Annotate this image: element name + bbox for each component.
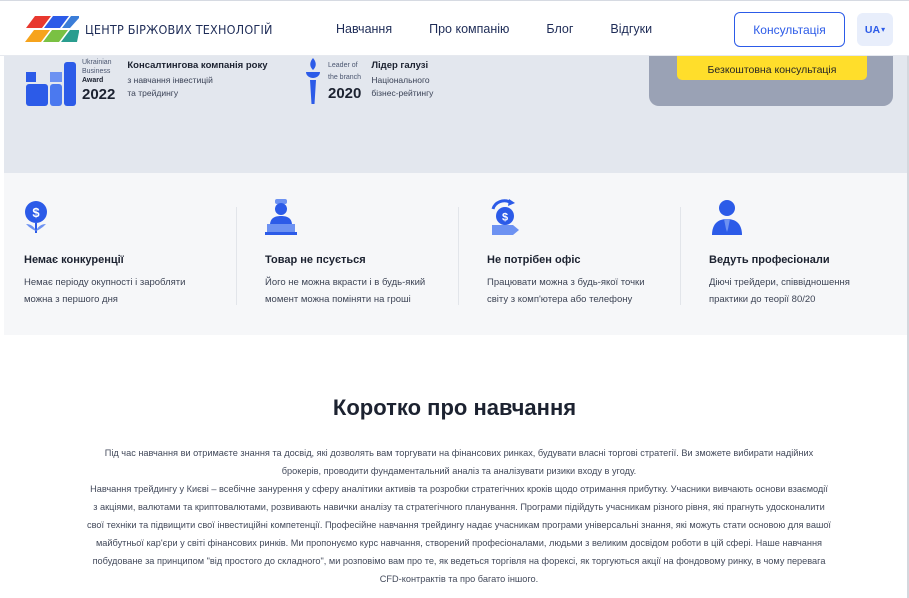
award-title: Лідер галузі	[371, 60, 429, 71]
feature-title: Товар не псується	[265, 254, 366, 266]
nav-link-blog[interactable]: Блог	[546, 22, 573, 36]
features-section: $ Немає конкуренції Немає періоду окупно…	[4, 173, 909, 335]
feature-title: Немає конкуренції	[24, 254, 124, 266]
feature-item: Товар не псується Його не можна вкрасти …	[265, 199, 465, 308]
about-text: Під час навчання ви отримаєте знання та …	[64, 444, 854, 588]
award-year: 2020	[328, 85, 362, 102]
logo-mark-icon	[25, 16, 79, 42]
feature-text-line: Діючі трейдери, співвідношення	[709, 277, 850, 288]
about-text-line: з акціями, валютами та криптовалютами, р…	[93, 502, 825, 512]
award-caption-line: the branch	[328, 74, 362, 81]
award-desc-line: та трейдингу	[127, 88, 179, 98]
site-header: ЦЕНТР БІРЖОВИХ ТЕХНОЛОГІЙ Навчання Про к…	[0, 0, 909, 56]
svg-text:$: $	[32, 205, 40, 220]
torch-icon	[306, 58, 320, 104]
logo-text: ЦЕНТР БІРЖОВИХ ТЕХНОЛОГІЙ	[85, 21, 273, 37]
hero-section: Ukrainian Business Award 2022 Консалтинг…	[4, 56, 909, 173]
award-blocks-icon	[26, 62, 76, 106]
award-desc-line: бізнес-рейтингу	[371, 88, 434, 98]
nav-link-about-company[interactable]: Про компанію	[429, 22, 509, 36]
about-text-line: брокерів, проводити фундаментальний анал…	[281, 466, 637, 476]
feature-item: Ведуть професіонали Діючі трейдери, спів…	[709, 199, 909, 308]
chevron-down-icon: ▾	[881, 25, 886, 34]
award-caption-line: Ukrainian	[82, 59, 112, 66]
nav-link-training[interactable]: Навчання	[336, 22, 392, 36]
feature-text-line: світу з комп'ютера або телефону	[487, 294, 633, 305]
award-badge: Ukrainian Business Award 2022	[82, 58, 115, 103]
award-info: Лідер галузі Національного бізнес-рейтин…	[371, 60, 433, 100]
dollar-flower-icon: $	[25, 201, 47, 233]
consultation-button[interactable]: Консультація	[734, 12, 845, 47]
main-nav: Навчання Про компанію Блог Відгуки	[336, 22, 652, 36]
feature-item: $ Немає конкуренції Немає періоду окупно…	[24, 199, 224, 308]
feature-text-line: можна з першого дня	[24, 294, 118, 305]
feature-text-line: момент можна поміняти на гроші	[265, 294, 411, 305]
feature-text-line: Немає періоду окупності і заробляти	[24, 277, 186, 288]
award-info: Консалтингова компанія року з навчання і…	[127, 60, 267, 100]
logo[interactable]: ЦЕНТР БІРЖОВИХ ТЕХНОЛОГІЙ	[25, 16, 273, 42]
award-desc-line: з навчання інвестицій	[127, 75, 213, 85]
award-ukrainian-business: Ukrainian Business Award 2022 Консалтинг…	[26, 58, 268, 106]
about-text-line: CFD-контрактів та про багато іншого.	[379, 574, 539, 584]
feature-title: Не потрібен офіс	[487, 254, 581, 266]
about-title: Коротко про навчання	[332, 395, 577, 420]
award-caption-line: Award	[82, 77, 104, 84]
feature-text-line: практики до теорії 80/20	[709, 294, 816, 305]
divider	[236, 207, 237, 305]
award-leader-of-branch: Leader of the branch 2020 Лідер галузі Н…	[302, 56, 433, 106]
professional-icon	[712, 200, 742, 235]
consultation-card: Безкоштовна консультація	[649, 56, 893, 106]
about-text-line: Під час навчання ви отримаєте знання та …	[104, 448, 814, 458]
money-exchange-icon: $	[491, 199, 519, 235]
award-title: Консалтингова компанія року	[127, 60, 268, 71]
award-badge: Leader of the branch 2020	[328, 60, 361, 102]
laptop-user-icon	[265, 199, 297, 235]
divider	[458, 207, 459, 305]
award-year: 2022	[82, 86, 116, 103]
about-text-line: майбутньої кар'єри у світі фінансових ри…	[95, 538, 823, 548]
award-caption-line: Leader of	[328, 62, 358, 69]
divider	[680, 207, 681, 305]
award-caption-line: Business	[82, 68, 111, 75]
feature-title: Ведуть професіонали	[709, 254, 830, 266]
nav-link-reviews[interactable]: Відгуки	[610, 22, 652, 36]
about-text-line: Навчання трейдингу у Києві – всебічне за…	[90, 484, 828, 494]
feature-text-line: Працювати можна з будь-якої точки	[487, 277, 645, 288]
award-desc-line: Національного	[371, 75, 430, 85]
language-selector[interactable]: UA ▾	[857, 13, 893, 46]
free-consultation-button[interactable]: Безкоштовна консультація	[677, 56, 867, 80]
about-text-line: свої техніки та підвищити свої інвестиці…	[87, 520, 831, 530]
language-code: UA	[864, 23, 881, 36]
feature-text-line: Його не можна вкрасти і в будь-який	[265, 277, 426, 288]
svg-text:$: $	[502, 212, 508, 224]
feature-item: $ Не потрібен офіс Працювати можна з буд…	[487, 199, 687, 308]
about-text-line: побудоване за принципом "від простого до…	[92, 556, 826, 566]
